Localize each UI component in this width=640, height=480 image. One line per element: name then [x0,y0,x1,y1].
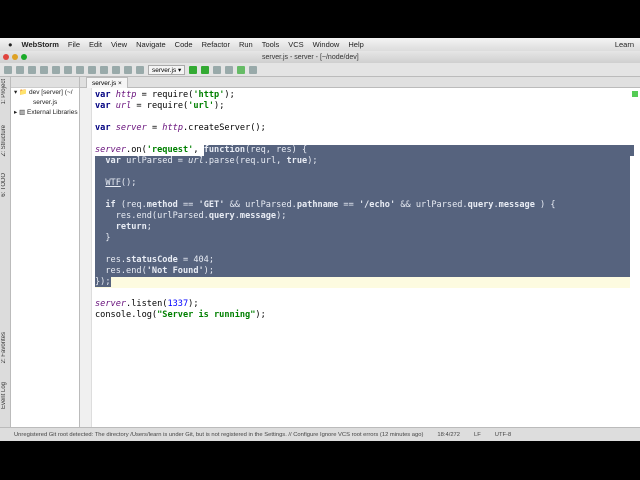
status-bar: Unregistered Git root detected: The dire… [0,427,640,441]
open-icon[interactable] [4,65,12,74]
menu-navigate[interactable]: Navigate [136,40,166,49]
back-icon[interactable] [124,65,132,74]
caret-position[interactable]: 18:4/272 [437,432,460,438]
file-encoding[interactable]: UTF-8 [495,432,511,438]
editor-gutter [80,88,92,427]
menu-run[interactable]: Run [239,40,253,49]
project-panel: ▾ 📁 dev [server] (~/ server.js ▸ ▥ Exter… [11,77,80,427]
ide-window: ● WebStorm File Edit View Navigate Code … [0,38,640,441]
tool-window-strip: 1: Project Z: Structure 6: TODO 2: Favor… [0,77,11,427]
menu-bar: ● WebStorm File Edit View Navigate Code … [0,38,640,51]
redo-icon[interactable] [52,65,60,74]
run-icon[interactable] [189,65,198,74]
tab-todo[interactable]: 6: TODO [1,173,7,197]
forward-icon[interactable] [136,65,144,74]
menu-window[interactable]: Window [313,40,340,49]
close-button[interactable] [3,54,9,60]
status-message[interactable]: Unregistered Git root detected: The dire… [14,432,423,438]
line-separator[interactable]: LF [474,432,481,438]
tree-item-server-js[interactable]: server.js [11,98,79,108]
toolbar: server.js ▾ [0,63,640,77]
copy-icon[interactable] [76,65,84,74]
apple-icon[interactable]: ● [8,40,13,49]
zoom-button[interactable] [21,54,27,60]
tree-label: External Libraries [27,109,78,116]
window-title: server.js - server - [~/node/dev] [262,53,359,61]
plugin-icon[interactable] [237,65,246,74]
settings-icon[interactable] [225,65,234,74]
tab-server-js[interactable]: server.js × [86,77,128,88]
menu-edit[interactable]: Edit [89,40,102,49]
menu-vcs[interactable]: VCS [288,40,303,49]
title-bar: server.js - server - [~/node/dev] [0,51,640,63]
editor-tabs: server.js × [80,77,640,88]
tree-item-dev[interactable]: ▾ 📁 dev [server] (~/ [11,88,79,98]
sync-icon[interactable] [28,65,36,74]
project-toolbar [11,77,79,88]
menu-app[interactable]: WebStorm [22,40,59,49]
tree-item-external-libraries[interactable]: ▸ ▥ External Libraries [11,108,79,118]
tab-favorites[interactable]: 2: Favorites [1,332,7,363]
save-icon[interactable] [16,65,24,74]
inspection-ok-icon [632,91,638,97]
cut-icon[interactable] [64,65,72,74]
menu-refactor[interactable]: Refactor [202,40,230,49]
menu-help[interactable]: Help [348,40,363,49]
help-icon[interactable] [249,65,258,74]
stop-icon[interactable] [213,65,222,74]
tab-structure[interactable]: Z: Structure [1,125,7,156]
user-menu[interactable]: Learn [615,40,634,49]
menu-code[interactable]: Code [175,40,193,49]
tab-project[interactable]: 1: Project [1,79,7,104]
menu-tools[interactable]: Tools [262,40,280,49]
tree-label: dev [server] (~/ [28,89,73,96]
menu-file[interactable]: File [68,40,80,49]
tree-label: server.js [33,99,58,106]
debug-icon[interactable] [201,65,210,74]
undo-icon[interactable] [40,65,48,74]
menu-view[interactable]: View [111,40,127,49]
paste-icon[interactable] [88,65,96,74]
run-config-select[interactable]: server.js ▾ [148,64,186,75]
code-editor[interactable]: server.js × var http = require('http'); … [80,77,640,427]
find-icon[interactable] [100,65,108,74]
minimize-button[interactable] [12,54,18,60]
replace-icon[interactable] [112,65,120,74]
code-content[interactable]: var http = require('http'); var url = re… [95,90,634,321]
tab-event-log[interactable]: Event Log [1,382,7,409]
